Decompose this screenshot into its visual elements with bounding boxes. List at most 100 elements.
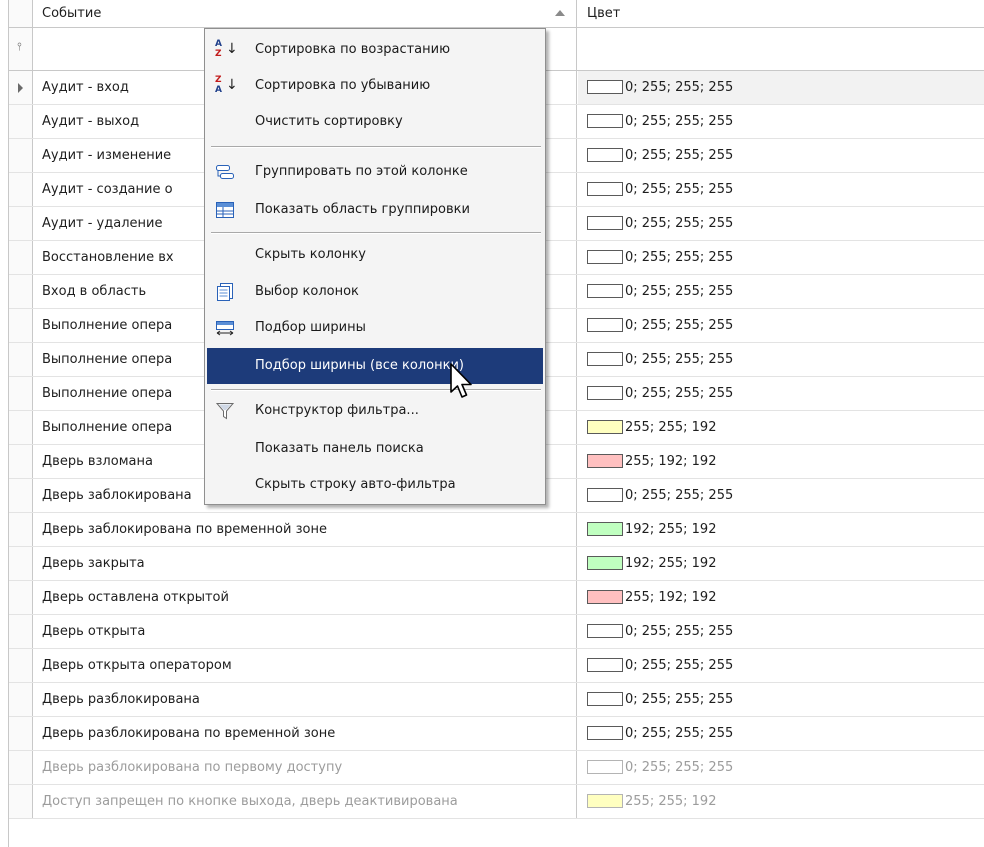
color-value: 255; 192; 192 xyxy=(625,590,717,605)
color-value: 255; 192; 192 xyxy=(625,454,717,469)
row-indicator-cell[interactable] xyxy=(9,615,33,648)
menu-item-sort-ascending[interactable]: A Z ↓ Сортировка по возрастанию xyxy=(207,32,543,68)
row-indicator-cell[interactable] xyxy=(9,241,33,274)
color-cell[interactable]: 0; 255; 255; 255 xyxy=(578,615,984,648)
event-cell[interactable]: Дверь заблокирована по временной зоне xyxy=(33,513,577,546)
row-indicator-cell[interactable] xyxy=(9,547,33,580)
menu-item-column-chooser[interactable]: Выбор колонок xyxy=(207,274,543,310)
event-cell[interactable]: Доступ запрещен по кнопке выхода, дверь … xyxy=(33,785,577,818)
menu-item-label: Сортировка по убыванию xyxy=(255,78,431,93)
row-indicator-cell[interactable] xyxy=(9,581,33,614)
row-indicator-cell[interactable] xyxy=(9,717,33,750)
sort-descending-icon: Z A ↓ xyxy=(215,75,238,95)
row-indicator-cell[interactable] xyxy=(9,173,33,206)
table-row[interactable]: Дверь оставлена открытой 255; 192; 192 xyxy=(9,581,984,615)
color-value: 0; 255; 255; 255 xyxy=(625,114,734,129)
row-indicator-cell[interactable] xyxy=(9,343,33,376)
color-swatch xyxy=(587,351,623,366)
color-swatch xyxy=(587,147,623,162)
color-cell[interactable]: 0; 255; 255; 255 xyxy=(578,717,984,750)
menu-item-clear-sorting[interactable]: Очистить сортировку xyxy=(207,104,543,140)
row-indicator-cell[interactable] xyxy=(9,207,33,240)
menu-item-show-find-panel[interactable]: Показать панель поиска xyxy=(207,431,543,467)
table-row[interactable]: Дверь заблокирована по временной зоне 192… xyxy=(9,513,984,547)
color-cell[interactable]: 0; 255; 255; 255 xyxy=(578,479,984,512)
color-cell[interactable]: 0; 255; 255; 255 xyxy=(578,275,984,308)
color-cell[interactable]: 0; 255; 255; 255 xyxy=(578,649,984,682)
table-row[interactable]: Дверь разблокирована по первому доступу 0… xyxy=(9,751,984,785)
color-cell[interactable]: 0; 255; 255; 255 xyxy=(578,71,984,104)
row-indicator-cell[interactable] xyxy=(9,683,33,716)
row-indicator-cell[interactable] xyxy=(9,139,33,172)
color-cell[interactable]: 0; 255; 255; 255 xyxy=(578,105,984,138)
menu-item-hide-auto-filter-row[interactable]: Скрыть строку авто-фильтра xyxy=(207,467,543,503)
menu-item-show-group-panel[interactable]: Показать область группировки xyxy=(207,192,543,228)
menu-item-best-fit[interactable]: Подбор ширины xyxy=(207,310,543,346)
color-cell[interactable]: 0; 255; 255; 255 xyxy=(578,377,984,410)
color-cell[interactable]: 255; 192; 192 xyxy=(578,445,984,478)
menu-item-hide-column[interactable]: Скрыть колонку xyxy=(207,237,543,273)
event-cell[interactable]: Дверь оставлена открытой xyxy=(33,581,577,614)
row-indicator-cell[interactable] xyxy=(9,105,33,138)
color-cell[interactable]: 0; 255; 255; 255 xyxy=(578,207,984,240)
color-cell[interactable]: 255; 255; 192 xyxy=(578,411,984,444)
table-row[interactable]: Доступ запрещен по кнопке выхода, дверь … xyxy=(9,785,984,819)
menu-item-filter-editor[interactable]: Конструктор фильтра... xyxy=(207,393,543,429)
color-swatch xyxy=(587,385,623,400)
funnel-icon xyxy=(215,401,235,421)
row-indicator-cell[interactable] xyxy=(9,377,33,410)
event-cell[interactable]: Дверь разблокирована по временной зоне xyxy=(33,717,577,750)
filter-indicator-cell: ⫯ xyxy=(9,28,33,70)
row-indicator-cell[interactable] xyxy=(9,71,33,104)
row-indicator-cell[interactable] xyxy=(9,445,33,478)
table-row[interactable]: Дверь закрыта 192; 255; 192 xyxy=(9,547,984,581)
color-value: 255; 255; 192 xyxy=(625,420,717,435)
color-cell[interactable]: 0; 255; 255; 255 xyxy=(578,751,984,784)
event-cell[interactable]: Дверь разблокирована по первому доступу xyxy=(33,751,577,784)
table-row[interactable]: Дверь открыта 0; 255; 255; 255 xyxy=(9,615,984,649)
row-indicator-cell[interactable] xyxy=(9,513,33,546)
color-cell[interactable]: 0; 255; 255; 255 xyxy=(578,241,984,274)
row-indicator-cell[interactable] xyxy=(9,649,33,682)
color-cell[interactable]: 192; 255; 192 xyxy=(578,547,984,580)
color-cell[interactable]: 0; 255; 255; 255 xyxy=(578,343,984,376)
table-row[interactable]: Дверь разблокирована 0; 255; 255; 255 xyxy=(9,683,984,717)
color-cell[interactable]: 0; 255; 255; 255 xyxy=(578,139,984,172)
color-swatch xyxy=(587,691,623,706)
row-indicator-cell[interactable] xyxy=(9,479,33,512)
color-cell[interactable]: 0; 255; 255; 255 xyxy=(578,683,984,716)
color-swatch xyxy=(587,657,623,672)
event-cell[interactable]: Дверь открыта оператором xyxy=(33,649,577,682)
sort-ascending-icon xyxy=(555,10,565,16)
color-cell[interactable]: 0; 255; 255; 255 xyxy=(578,309,984,342)
menu-item-group-by-column[interactable]: Группировать по этой колонке xyxy=(207,154,543,190)
color-swatch xyxy=(587,725,623,740)
row-indicator-cell[interactable] xyxy=(9,785,33,818)
menu-item-best-fit-all-columns[interactable]: Подбор ширины (все колонки) xyxy=(207,348,543,384)
color-cell[interactable]: 255; 255; 192 xyxy=(578,785,984,818)
menu-separator xyxy=(211,146,541,148)
color-swatch xyxy=(587,793,623,808)
column-header-event[interactable]: Событие xyxy=(33,0,577,27)
color-cell[interactable]: 255; 192; 192 xyxy=(578,581,984,614)
column-chooser-icon xyxy=(215,282,235,302)
menu-item-label: Подбор ширины xyxy=(255,320,366,335)
row-indicator-cell[interactable] xyxy=(9,411,33,444)
color-value: 0; 255; 255; 255 xyxy=(625,658,734,673)
filter-icon: ⫯ xyxy=(17,40,22,53)
color-cell[interactable]: 192; 255; 192 xyxy=(578,513,984,546)
event-cell[interactable]: Дверь разблокирована xyxy=(33,683,577,716)
row-indicator-cell[interactable] xyxy=(9,751,33,784)
menu-item-sort-descending[interactable]: Z A ↓ Сортировка по убыванию xyxy=(207,68,543,104)
table-row[interactable]: Дверь открыта оператором 0; 255; 255; 255 xyxy=(9,649,984,683)
event-cell[interactable]: Дверь закрыта xyxy=(33,547,577,580)
event-cell[interactable]: Дверь открыта xyxy=(33,615,577,648)
row-indicator-cell[interactable] xyxy=(9,275,33,308)
color-cell[interactable]: 0; 255; 255; 255 xyxy=(578,173,984,206)
sort-ascending-icon: A Z ↓ xyxy=(215,39,238,59)
filter-cell-color[interactable] xyxy=(578,28,984,70)
row-indicator-cell[interactable] xyxy=(9,309,33,342)
color-swatch xyxy=(587,589,623,604)
column-header-color[interactable]: Цвет xyxy=(578,0,984,27)
table-row[interactable]: Дверь разблокирована по временной зоне 0;… xyxy=(9,717,984,751)
